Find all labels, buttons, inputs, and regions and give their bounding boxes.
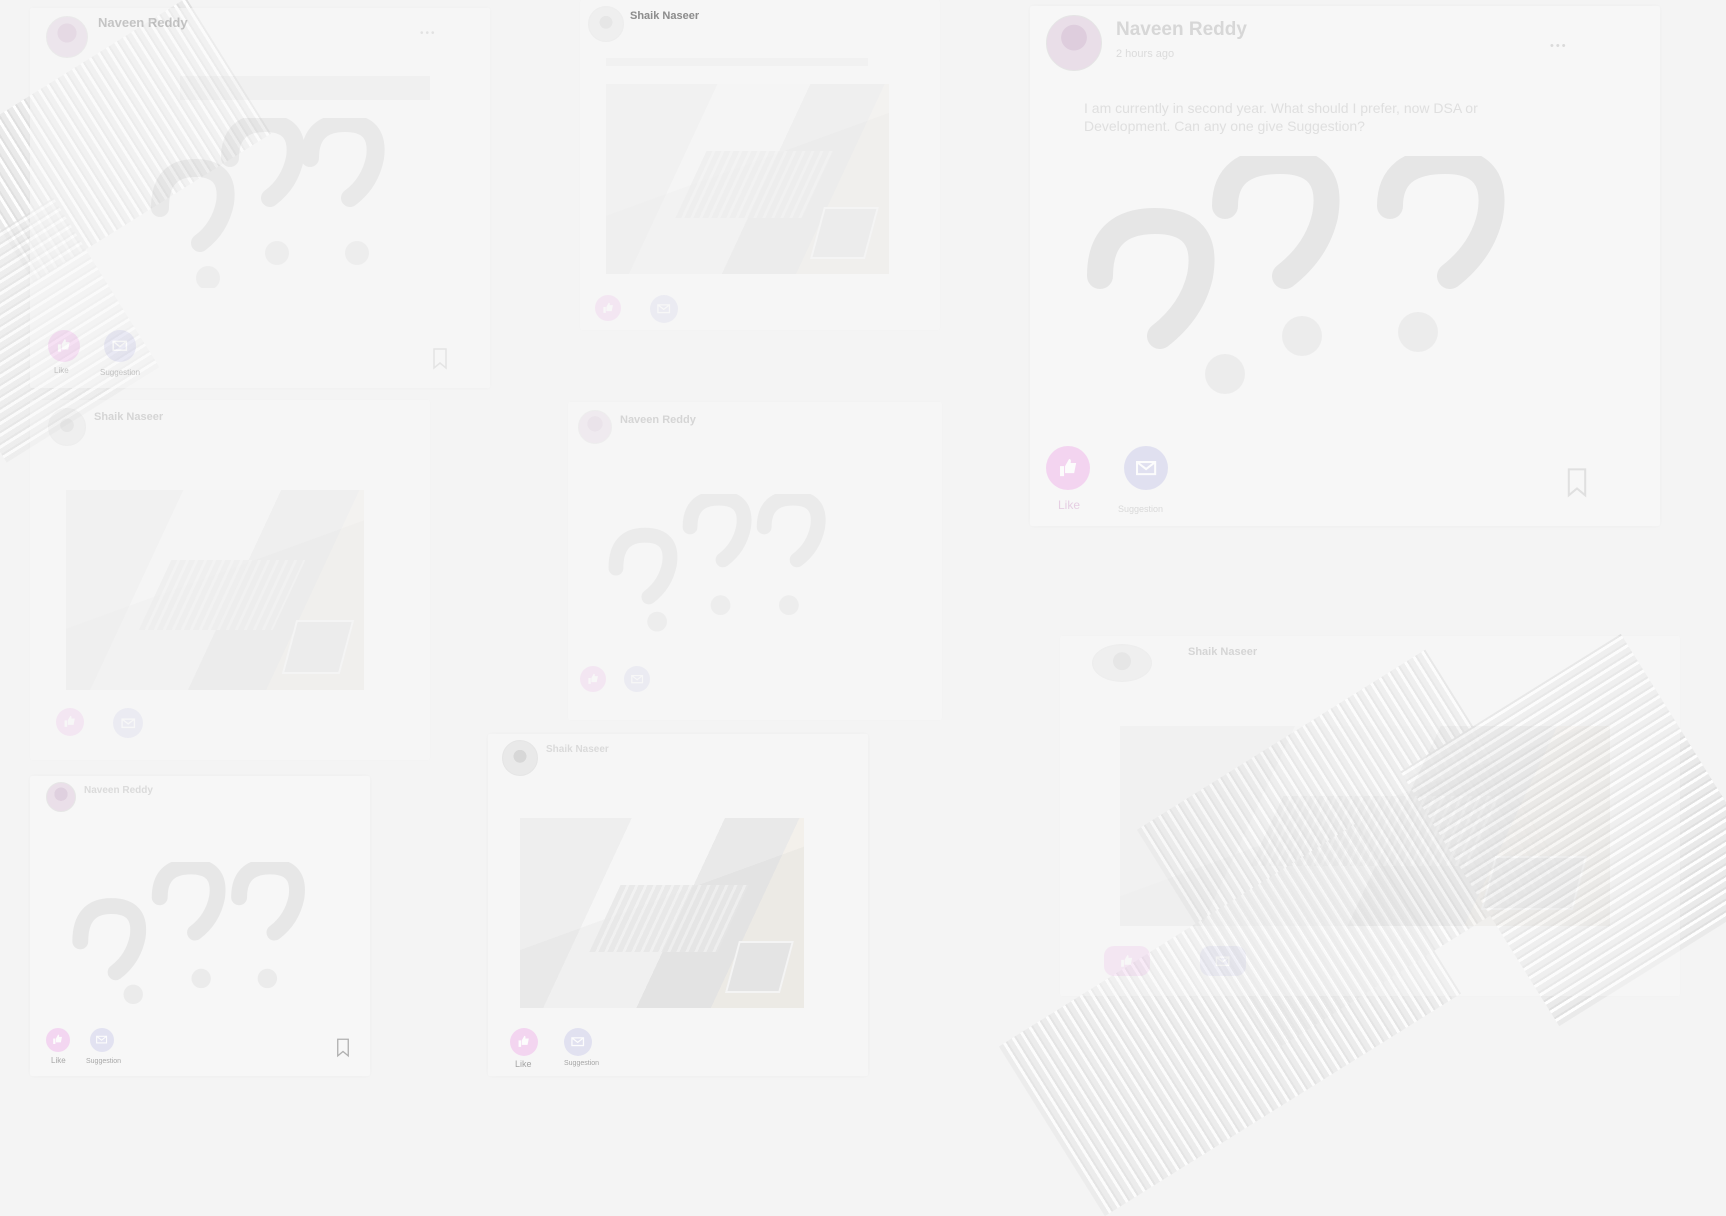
like-button[interactable] [48,330,80,362]
question-mark-icon [598,490,848,634]
suggestion-button[interactable] [113,708,143,738]
like-label: Like [515,1059,532,1069]
like-button[interactable] [510,1028,538,1056]
avatar[interactable] [46,782,76,812]
author-name-overlay[interactable]: Shaik Naseer [630,10,699,22]
avatar[interactable] [588,6,624,42]
post-image[interactable] [520,818,804,1008]
envelope-icon [1135,460,1157,476]
suggestion-button[interactable] [650,295,678,323]
like-label: Like [1058,498,1081,512]
like-label: Like [54,366,69,375]
question-mark-icon [60,858,330,1012]
avatar[interactable] [48,408,86,446]
bookmark-icon[interactable] [1566,468,1588,498]
thumbs-up-icon [53,1035,63,1045]
like-button[interactable] [56,708,84,736]
post-card: Shaik Naseer [580,0,940,330]
like-button[interactable] [595,295,621,321]
thumbs-up-icon [1121,954,1133,967]
author-name[interactable]: Shaik Naseer [94,411,163,423]
post-card: Naveen Reddy 2 hours ago ••• I am curren… [1030,6,1660,526]
more-dots-icon[interactable]: ••• [1550,40,1568,52]
envelope-icon [657,304,671,314]
post-card: Naveen Reddy Like Suggestion [30,776,370,1076]
suggestion-button[interactable] [1200,946,1246,976]
envelope-icon [112,340,128,352]
envelope-icon [96,1036,108,1044]
author-name[interactable]: Naveen Reddy [98,15,188,30]
author-name[interactable]: Shaik Naseer [546,744,609,755]
author-name[interactable]: Naveen Reddy [1116,19,1247,41]
post-image[interactable] [606,84,889,274]
suggestion-button[interactable] [1124,446,1168,490]
question-mark-icon [1080,147,1520,396]
avatar[interactable] [46,16,88,58]
post-card: Naveen Reddy ••• Like Suggestion [30,8,490,388]
like-button[interactable] [1104,946,1150,976]
suggestion-label: Suggestion [564,1060,600,1067]
envelope-icon [631,674,643,684]
suggestion-button[interactable] [564,1028,592,1056]
suggestion-button[interactable] [90,1028,114,1052]
like-label: Like [51,1056,66,1065]
post-text-placeholder [606,58,868,66]
more-dots-icon[interactable]: ••• [420,28,437,39]
suggestion-label: Suggestion [86,1058,122,1065]
thumbs-up-icon [588,673,598,684]
avatar[interactable] [1046,15,1102,71]
author-name[interactable]: Naveen Reddy [620,414,696,426]
post-text-placeholder [180,76,430,100]
post-card: Naveen Reddy [568,402,942,720]
like-button[interactable] [580,666,606,692]
author-name[interactable]: Naveen Reddy [84,785,153,796]
post-time: 2 hours ago [1116,48,1175,60]
avatar[interactable] [578,410,612,444]
envelope-icon [571,1037,585,1047]
suggestion-button[interactable] [104,330,136,362]
like-button[interactable] [46,1028,70,1052]
post-text: I am currently in second year. What shou… [1084,100,1478,134]
like-button[interactable] [1046,446,1090,490]
thumbs-up-icon [603,302,613,313]
thumbs-up-icon [518,1036,530,1048]
thumbs-up-icon [64,716,76,728]
bookmark-icon[interactable] [336,1038,350,1058]
post-image[interactable] [1120,726,1610,926]
post-card: Shaik Naseer [1060,636,1680,996]
bookmark-icon[interactable] [432,348,448,370]
suggestion-label: Suggestion [1118,504,1164,514]
thumbs-up-icon [1059,458,1077,477]
envelope-icon [121,718,135,728]
suggestion-label: Suggestion [100,368,141,377]
thumbs-up-icon [58,339,70,352]
avatar[interactable] [1092,644,1152,682]
suggestion-button[interactable] [624,666,650,692]
envelope-icon [1216,956,1230,966]
question-mark-icon [120,113,420,290]
post-image[interactable] [66,490,364,690]
author-name[interactable]: Shaik Naseer [1188,646,1257,658]
avatar[interactable] [502,740,538,776]
post-card: Shaik Naseer Like Suggestion [488,734,868,1076]
post-card: Shaik Naseer [30,400,430,760]
